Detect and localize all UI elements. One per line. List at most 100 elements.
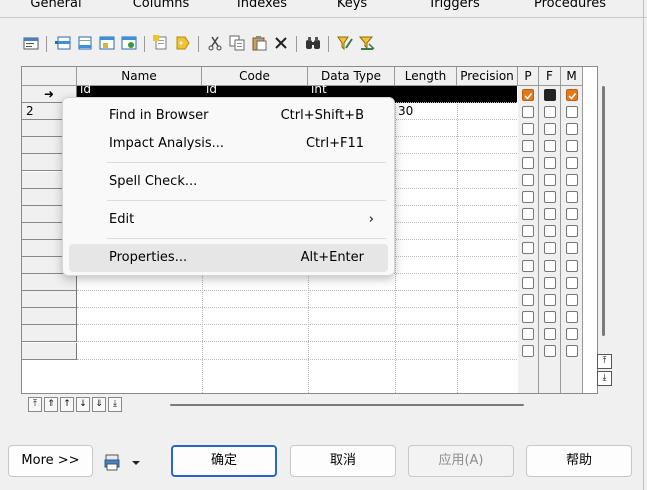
checkbox-m[interactable]: [566, 122, 578, 135]
checkbox-m[interactable]: [566, 139, 578, 152]
checkbox-m[interactable]: [566, 156, 578, 169]
checkbox-f[interactable]: [544, 208, 556, 221]
new-icon[interactable]: [152, 34, 170, 52]
menu-item-properties[interactable]: Properties... Alt+Enter: [69, 244, 388, 272]
checkbox-f[interactable]: [544, 122, 556, 135]
table-row[interactable]: [77, 291, 517, 309]
checkbox-m[interactable]: [566, 208, 578, 221]
menu-item-find-in-browser[interactable]: Find in Browser Ctrl+Shift+B: [69, 102, 388, 130]
checkbox-m[interactable]: [566, 259, 578, 272]
checkbox-f[interactable]: [544, 327, 556, 340]
checkbox-f[interactable]: [544, 276, 556, 289]
column-header-code[interactable]: Code: [202, 67, 308, 86]
checkbox-m[interactable]: [566, 242, 578, 255]
checkbox-f[interactable]: [544, 310, 556, 323]
checkbox-m[interactable]: [566, 225, 578, 238]
checkbox-p[interactable]: [522, 242, 534, 255]
tab-general[interactable]: General: [26, 0, 86, 16]
checkbox-p[interactable]: [522, 191, 534, 204]
checkbox-f[interactable]: [544, 225, 556, 238]
checkbox-p[interactable]: [522, 327, 534, 340]
add-row-icon[interactable]: [76, 34, 94, 52]
menu-item-spell-check[interactable]: Spell Check...: [69, 168, 388, 196]
checkbox-m[interactable]: [566, 105, 578, 118]
checkbox-f[interactable]: [544, 88, 556, 101]
tab-triggers[interactable]: Triggers: [420, 0, 488, 16]
table-row[interactable]: [77, 343, 517, 360]
table-row[interactable]: [77, 274, 517, 292]
scroll-thumb[interactable]: [602, 86, 605, 336]
filter-icon[interactable]: [336, 34, 354, 52]
add-domain-icon[interactable]: [120, 34, 138, 52]
cut-icon[interactable]: [206, 34, 224, 52]
column-header-length[interactable]: Length: [395, 67, 457, 86]
help-button[interactable]: 帮助: [526, 445, 632, 477]
checkbox-p[interactable]: [522, 345, 534, 357]
move-top-button[interactable]: ⤒: [28, 397, 42, 412]
checkbox-p[interactable]: [522, 225, 534, 238]
checkbox-f[interactable]: [544, 345, 556, 357]
row-header[interactable]: [22, 291, 77, 309]
checkbox-m[interactable]: [566, 310, 578, 323]
copy-icon[interactable]: [228, 34, 246, 52]
checkbox-f[interactable]: [544, 139, 556, 152]
tab-indexes[interactable]: Indexes: [230, 0, 294, 16]
print-dropdown-button[interactable]: [104, 452, 148, 472]
checkbox-p[interactable]: [522, 88, 534, 101]
table-row[interactable]: [77, 325, 517, 343]
checkbox-p[interactable]: [522, 310, 534, 323]
move-page-down-button[interactable]: ⇓: [92, 397, 106, 412]
menu-item-impact-analysis[interactable]: Impact Analysis... Ctrl+F11: [69, 130, 388, 158]
row-header[interactable]: [22, 308, 77, 326]
row-header[interactable]: [22, 342, 77, 360]
cell-name[interactable]: id: [80, 81, 91, 98]
scroll-bottom-button[interactable]: ⤓: [597, 371, 612, 386]
delete-icon[interactable]: [272, 34, 290, 52]
checkbox-m[interactable]: [566, 191, 578, 204]
checkbox-p[interactable]: [522, 174, 534, 186]
checkbox-m[interactable]: [566, 174, 578, 186]
add-columns-icon[interactable]: [98, 34, 116, 52]
checkbox-f[interactable]: [544, 105, 556, 118]
checkbox-m[interactable]: [566, 276, 578, 289]
find-icon[interactable]: [304, 34, 322, 52]
checkbox-m[interactable]: [566, 345, 578, 357]
move-up-button[interactable]: ↑: [60, 397, 74, 412]
column-header-name[interactable]: Name: [77, 67, 202, 86]
more-button[interactable]: More >>: [8, 445, 93, 477]
checkbox-p[interactable]: [522, 139, 534, 152]
checkbox-f[interactable]: [544, 156, 556, 169]
checkbox-p[interactable]: [522, 259, 534, 272]
checkbox-m[interactable]: [566, 88, 578, 101]
properties-icon[interactable]: [22, 34, 40, 52]
move-down-button[interactable]: ↓: [76, 397, 90, 412]
checkbox-p[interactable]: [522, 208, 534, 221]
insert-row-icon[interactable]: [54, 34, 72, 52]
column-header-f[interactable]: F: [539, 67, 561, 86]
checkbox-f[interactable]: [544, 174, 556, 186]
column-header-p[interactable]: P: [518, 67, 539, 86]
cell-code[interactable]: id: [206, 81, 217, 98]
column-header-m[interactable]: M: [561, 67, 583, 86]
row-header[interactable]: [22, 274, 77, 292]
checkbox-p[interactable]: [522, 276, 534, 289]
tab-columns[interactable]: Columns: [126, 0, 196, 16]
checkbox-m[interactable]: [566, 293, 578, 306]
clear-filter-icon[interactable]: [358, 34, 376, 52]
cancel-button[interactable]: 取消: [290, 445, 396, 477]
checkbox-m[interactable]: [566, 327, 578, 340]
checkbox-p[interactable]: [522, 293, 534, 306]
checkbox-f[interactable]: [544, 191, 556, 204]
cell-type[interactable]: int: [311, 81, 327, 98]
grid-vertical-scrollbar[interactable]: ⤒ ⤓: [597, 86, 613, 394]
tab-procedures[interactable]: Procedures: [526, 0, 614, 16]
table-row[interactable]: [77, 308, 517, 326]
paste-icon[interactable]: [250, 34, 268, 52]
cell-length[interactable]: 30: [398, 103, 413, 120]
checkbox-p[interactable]: [522, 122, 534, 135]
horizontal-scrollbar[interactable]: [170, 404, 524, 406]
column-header-precision[interactable]: Precision: [457, 67, 518, 86]
menu-item-edit[interactable]: Edit ›: [69, 206, 388, 234]
row-header[interactable]: [22, 325, 77, 343]
paste-attr-icon[interactable]: [174, 34, 192, 52]
